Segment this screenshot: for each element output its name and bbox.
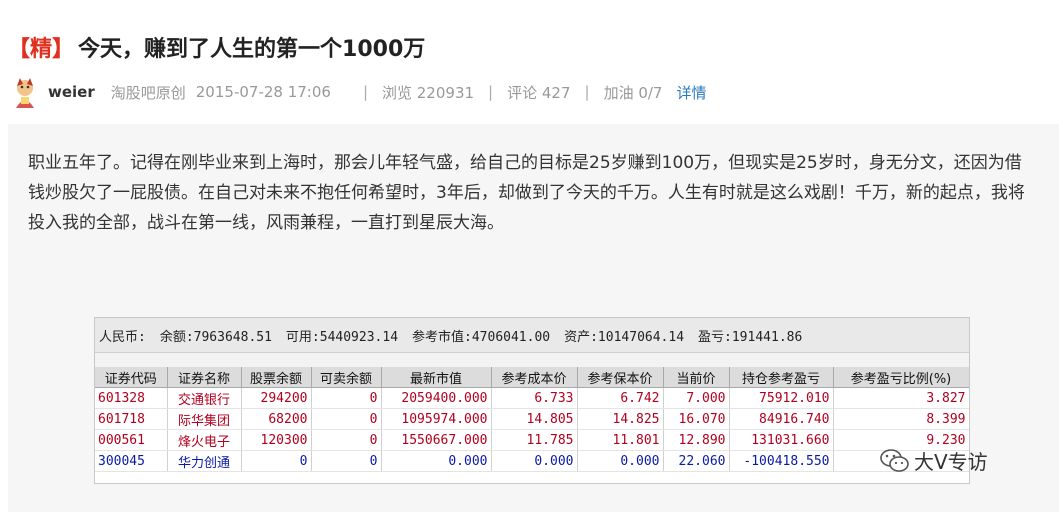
profit-ratio: 3.827 [833,387,969,409]
post-title[interactable]: 今天，赚到了人生的第一个1000万 [78,31,425,63]
column-header[interactable]: 证券代码 [95,367,168,388]
position-profit: -100418.550 [729,450,834,472]
stock-code: 601718 [95,408,168,430]
column-header[interactable]: 当前价 [663,367,730,388]
stock-name: 烽火电子 [167,429,242,451]
current-price: 22.060 [663,450,730,472]
position-profit: 75912.010 [729,387,834,409]
breakeven-price: 6.742 [577,387,664,409]
meta-separator: | [584,83,590,101]
table-header-row: 证券代码 证券名称 股票余额 可卖余额 最新市值 参考成本价 参考保本价 当前价… [95,367,969,388]
sellable-balance: 0 [311,387,382,409]
market-value-cell: 2059400.000 [381,387,492,409]
position-profit: 84916.740 [729,408,834,430]
stock-balance: 120300 [241,429,312,451]
profit-ratio: 8.399 [833,408,969,430]
post-time: 2015-07-28 17:06 [195,83,331,101]
column-header[interactable]: 证券名称 [167,367,242,388]
breakeven-price: 0.000 [577,450,664,472]
avatar[interactable] [8,75,42,109]
toolbar-gap [95,353,969,367]
market-value-cell: 0.000 [381,450,492,472]
stock-name: 华力创通 [167,450,242,472]
balance-value: 余额:7963648.51 [159,329,272,345]
table-row[interactable]: 601328 交通银行 294200 0 2059400.000 6.733 6… [95,387,969,409]
stock-balance: 0 [241,450,312,472]
column-header[interactable]: 持仓参考盈亏 [729,367,834,388]
cheer-count[interactable]: 加油 0/7 [604,82,663,103]
current-price: 7.000 [663,387,730,409]
sellable-balance: 0 [311,450,382,472]
cost-price: 14.805 [491,408,578,430]
current-price: 16.070 [663,408,730,430]
comment-count[interactable]: 评论 427 [507,82,570,103]
table-row[interactable]: 601718 际华集团 68200 0 1095974.000 14.805 1… [95,408,969,430]
featured-tag: 【精】 [8,37,75,62]
column-header[interactable]: 最新市值 [381,367,492,388]
breakeven-price: 14.825 [577,408,664,430]
author-name[interactable]: weier [48,83,95,101]
stock-code: 601328 [95,387,168,409]
post-source: 淘股吧原创 [110,83,186,102]
column-header[interactable]: 参考成本价 [491,367,578,388]
account-summary: 人民币: 余额:7963648.51 可用:5440923.14 参考市值:47… [95,318,969,353]
wechat-icon [880,448,909,472]
meta-separator: | [488,83,494,101]
stock-name: 际华集团 [167,408,242,430]
sellable-balance: 0 [311,429,382,451]
cost-price: 6.733 [491,387,578,409]
sellable-balance: 0 [311,408,382,430]
table-row[interactable]: 000561 烽火电子 120300 0 1550667.000 11.785 … [95,429,969,451]
column-header[interactable]: 参考保本价 [577,367,664,388]
position-profit: 131031.660 [729,429,834,451]
column-header[interactable]: 可卖余额 [311,367,382,388]
current-price: 12.890 [663,429,730,451]
post-meta: weier 淘股吧原创 2015-07-28 17:06 | 浏览 220931… [8,74,707,110]
table-row[interactable]: 300045 华力创通 0 0 0.000 0.000 0.000 22.060… [95,450,969,472]
brokerage-screenshot: 人民币: 余额:7963648.51 可用:5440923.14 参考市值:47… [94,317,970,484]
view-count: 浏览 220931 [382,83,475,102]
post-body-text: 职业五年了。记得在刚毕业来到上海时，那会儿年轻气盛，给自己的目标是25岁赚到10… [28,153,1025,233]
watermark-text: 大V专访 [914,450,988,474]
market-value-cell: 1095974.000 [381,408,492,430]
meta-separator: | [362,83,368,101]
profit-value: 盈亏:191441.86 [698,329,803,345]
cost-price: 0.000 [491,450,578,472]
assets-value: 资产:10147064.14 [564,329,685,345]
stock-code: 300045 [95,450,168,472]
column-header[interactable]: 股票余额 [241,367,312,388]
available-value: 可用:5440923.14 [285,329,399,345]
currency-label: 人民币: [99,329,146,345]
market-value: 参考市值:4706041.00 [412,329,551,345]
market-value-cell: 1550667.000 [381,429,492,451]
stock-balance: 68200 [241,408,312,430]
stock-balance: 294200 [241,387,312,409]
column-header[interactable]: 参考盈亏比例(%) [833,367,969,388]
stock-name: 交通银行 [167,387,242,409]
post-title-bar: 【精】 今天，赚到了人生的第一个1000万 [8,30,425,64]
stock-code: 000561 [95,429,168,451]
watermark: 大V专访 [880,446,988,475]
cost-price: 11.785 [491,429,578,451]
breakeven-price: 11.801 [577,429,664,451]
holdings-table: 证券代码 证券名称 股票余额 可卖余额 最新市值 参考成本价 参考保本价 当前价… [95,367,969,472]
detail-link[interactable]: 详情 [676,82,706,103]
